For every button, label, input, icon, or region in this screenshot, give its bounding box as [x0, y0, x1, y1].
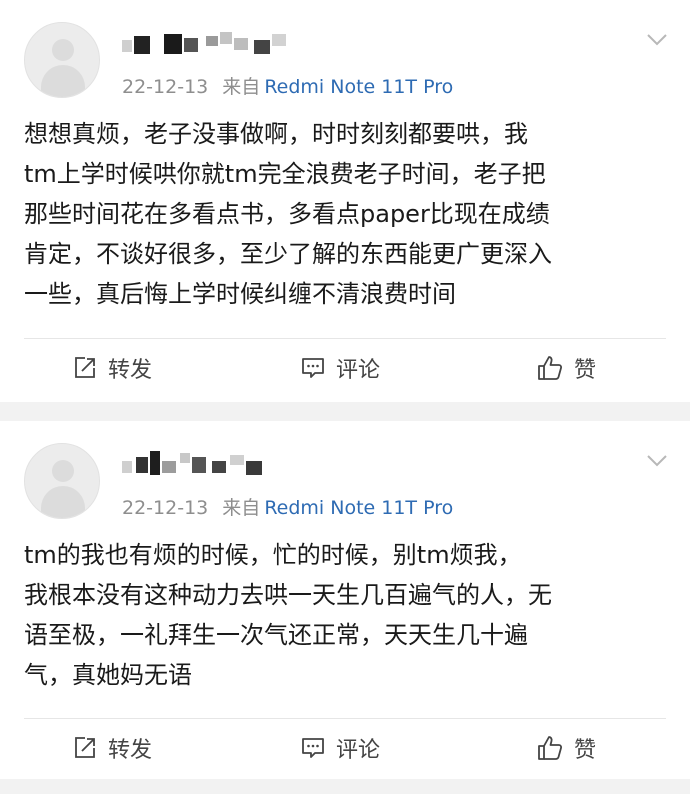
post-content: 想想真烦，老子没事做啊，时时刻刻都要哄，我 tm上学时候哄你就tm完全浪费老子时…	[24, 120, 552, 308]
divider	[24, 338, 666, 339]
repost-label: 转发	[108, 358, 153, 383]
like-icon	[538, 356, 563, 380]
avatar-body-shape	[41, 486, 85, 518]
post-card-2: 22-12-13 来自 Redmi Note 11T Pro tm的我也有烦的时候…	[0, 421, 690, 779]
action-bar: 转发 评论 赞	[0, 720, 690, 776]
avatar[interactable]	[24, 443, 100, 519]
chevron-down-icon[interactable]	[646, 28, 668, 50]
post-meta: 22-12-13 来自 Redmi Note 11T Pro	[122, 72, 453, 99]
like-label: 赞	[574, 358, 597, 383]
like-button[interactable]: 赞	[536, 720, 596, 776]
post-date: 22-12-13	[122, 76, 209, 98]
post-content: tm的我也有烦的时候，忙的时候，别tm烦我， 我根本没有这种动力去哄一天生几百遍…	[24, 541, 552, 689]
comment-button[interactable]: 评论	[300, 340, 380, 396]
username-redacted[interactable]	[122, 451, 292, 477]
like-button[interactable]: 赞	[536, 340, 596, 396]
comment-icon	[302, 358, 324, 378]
repost-button[interactable]: 转发	[72, 340, 152, 396]
avatar-head-shape	[52, 39, 74, 61]
comment-icon	[302, 738, 324, 758]
source-prefix: 来自	[222, 76, 261, 98]
source-device-link[interactable]: Redmi Note 11T Pro	[264, 76, 453, 98]
post-date: 22-12-13	[122, 497, 209, 519]
like-icon	[538, 736, 563, 760]
post-card-1: 22-12-13 来自 Redmi Note 11T Pro 想想真烦，老子没事做…	[0, 0, 690, 402]
repost-icon	[75, 737, 95, 758]
source-device-link[interactable]: Redmi Note 11T Pro	[264, 497, 453, 519]
action-bar: 转发 评论 赞	[0, 340, 690, 396]
source-prefix: 来自	[222, 497, 261, 519]
comment-label: 评论	[336, 738, 381, 763]
avatar-body-shape	[41, 65, 85, 97]
avatar[interactable]	[24, 22, 100, 98]
avatar-head-shape	[52, 460, 74, 482]
divider	[24, 718, 666, 719]
username-redacted[interactable]	[122, 30, 292, 56]
comment-label: 评论	[336, 358, 381, 383]
repost-icon	[75, 357, 95, 378]
like-label: 赞	[574, 738, 597, 763]
comment-button[interactable]: 评论	[300, 720, 380, 776]
repost-label: 转发	[108, 738, 153, 763]
chevron-down-icon[interactable]	[646, 449, 668, 471]
post-meta: 22-12-13 来自 Redmi Note 11T Pro	[122, 493, 453, 520]
repost-button[interactable]: 转发	[72, 720, 152, 776]
